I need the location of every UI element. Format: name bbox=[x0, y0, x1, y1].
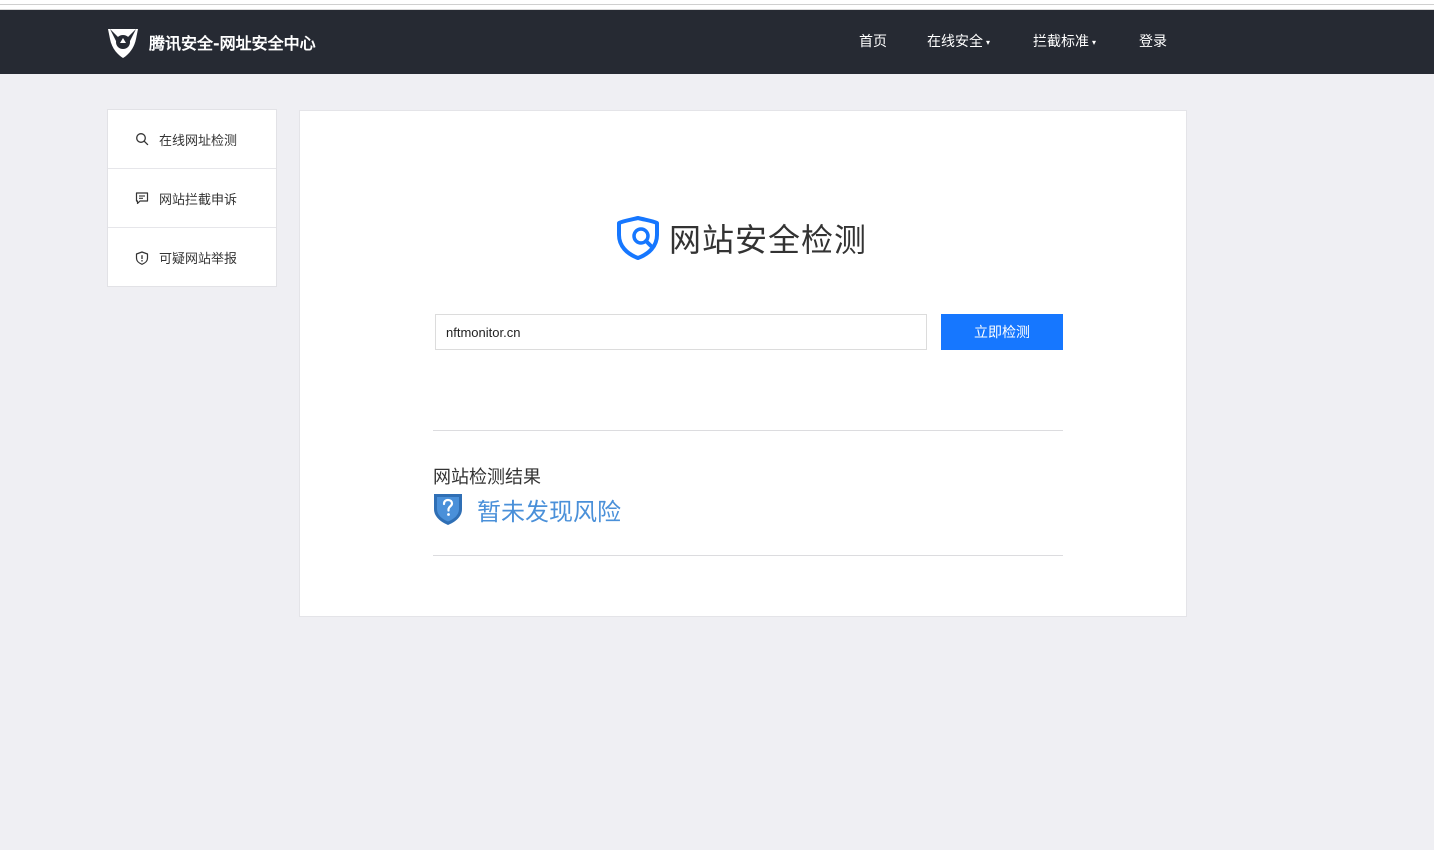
nav-item-login[interactable]: 登录 bbox=[1139, 10, 1167, 74]
top-navbar: 腾讯安全-网址安全中心 首页 在线安全 ▾ 拦截标准 ▾ 登录 bbox=[0, 10, 1434, 74]
sidebar: 在线网址检测 网站拦截申诉 可疑网站举报 bbox=[107, 109, 277, 287]
result-status: 暂未发现风险 bbox=[477, 497, 621, 526]
result-row: 暂未发现风险 bbox=[433, 491, 621, 527]
shield-search-icon bbox=[617, 216, 659, 260]
browser-top-strip bbox=[0, 0, 1434, 10]
message-icon bbox=[135, 192, 149, 205]
check-now-button[interactable]: 立即检测 bbox=[941, 314, 1063, 350]
chevron-down-icon: ▾ bbox=[1092, 38, 1097, 47]
nav-item-home[interactable]: 首页 bbox=[859, 10, 887, 74]
sidebar-item-label: 网站拦截申诉 bbox=[159, 192, 238, 208]
nav-label: 登录 bbox=[1139, 34, 1167, 50]
nav-item-block-standards[interactable]: 拦截标准 ▾ bbox=[1033, 10, 1096, 74]
result-title: 网站检测结果 bbox=[433, 467, 541, 488]
sidebar-item-label: 可疑网站举报 bbox=[159, 252, 238, 267]
nav-label: 首页 bbox=[859, 34, 887, 50]
shield-question-icon bbox=[434, 494, 462, 525]
page-title: 网站安全检测 bbox=[669, 221, 868, 259]
sidebar-item-label: 在线网址检测 bbox=[159, 133, 238, 149]
divider bbox=[433, 555, 1063, 556]
search-icon bbox=[136, 133, 149, 146]
nav-item-online-security[interactable]: 在线安全 ▾ bbox=[927, 10, 990, 74]
url-input[interactable] bbox=[435, 314, 927, 350]
sidebar-item-report[interactable]: 可疑网站举报 bbox=[108, 228, 276, 287]
nav-label: 在线安全 bbox=[927, 34, 983, 50]
sidebar-item-url-check[interactable]: 在线网址检测 bbox=[108, 110, 276, 169]
brand[interactable]: 腾讯安全-网址安全中心 bbox=[106, 25, 316, 59]
sidebar-item-appeal[interactable]: 网站拦截申诉 bbox=[108, 169, 276, 228]
main-card: 网站安全检测 立即检测 网站检测结果 暂未发现风险 bbox=[299, 110, 1187, 617]
brand-title: 腾讯安全-网址安全中心 bbox=[149, 34, 316, 53]
nav-label: 拦截标准 bbox=[1033, 34, 1089, 50]
chevron-down-icon: ▾ bbox=[986, 38, 991, 47]
tencent-security-logo-icon bbox=[108, 29, 138, 58]
shield-alert-icon bbox=[135, 250, 149, 265]
hero-heading: 网站安全检测 bbox=[615, 215, 867, 261]
divider bbox=[433, 430, 1063, 431]
